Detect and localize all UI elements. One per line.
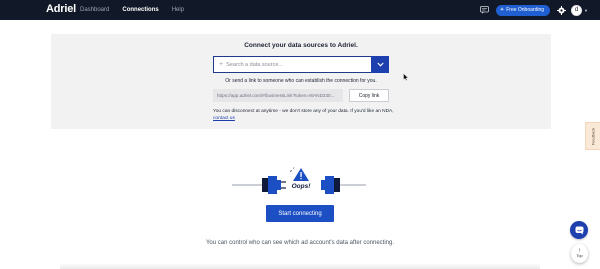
contact-us-link[interactable]: contact us — [213, 116, 235, 121]
chat-icon — [575, 226, 583, 235]
free-onboarding-label: Free Onboarding — [506, 7, 545, 13]
nav-link-dashboard[interactable]: Dashboard — [80, 7, 109, 13]
bottom-divider — [60, 263, 540, 269]
feedback-tab[interactable]: Feedback — [585, 122, 600, 150]
svg-text:z: z — [290, 168, 292, 173]
free-onboarding-button[interactable]: ☀ Free Onboarding — [495, 4, 551, 16]
adriel-logo[interactable]: Adriel — [46, 3, 76, 15]
user-avatar[interactable]: d — [571, 4, 583, 16]
chevron-down-icon — [376, 62, 384, 67]
control-note-text: You can control who can see which ad acc… — [205, 240, 395, 246]
share-link-field[interactable]: https://app.adriel.com/#/businessLink?to… — [213, 89, 343, 102]
oops-text: Oops! — [291, 183, 311, 190]
copy-link-button[interactable]: Copy link — [349, 89, 389, 102]
data-source-search-input[interactable] — [226, 61, 367, 68]
scroll-top-label: Top — [576, 254, 583, 258]
chevron-down-icon[interactable]: ▼ — [584, 8, 588, 13]
top-navbar: Adriel Dashboard Connections Help ☀ Free… — [0, 0, 600, 20]
disclaimer-text: You can disconnect at anytime - we don't… — [213, 109, 403, 122]
bulb-icon: ☀ — [499, 7, 505, 13]
panel-title: Connect your data sources to Adriel. — [244, 42, 358, 49]
plus-icon: + — [219, 61, 224, 68]
data-source-search[interactable]: + — [213, 56, 389, 73]
nav-link-help[interactable]: Help — [172, 7, 184, 13]
disconnected-plug-illustration: z z — [232, 166, 366, 194]
chat-button[interactable] — [570, 221, 588, 239]
mouse-cursor-icon — [403, 73, 409, 81]
disclaimer-body: You can disconnect at anytime - we don't… — [213, 109, 394, 114]
message-icon[interactable] — [480, 5, 490, 15]
scroll-top-button[interactable]: ↑ Top — [571, 244, 588, 263]
nav-right: ☀ Free Onboarding d ▼ — [480, 0, 588, 20]
feedback-label: Feedback — [590, 127, 596, 145]
svg-text:z: z — [293, 166, 295, 170]
start-connecting-button[interactable]: Start connecting — [266, 205, 334, 222]
gear-icon[interactable] — [557, 5, 567, 15]
connect-panel: Connect your data sources to Adriel. + O… — [51, 34, 551, 129]
nav-link-connections[interactable]: Connections — [122, 7, 158, 13]
link-hint-text: Or send a link to someone who can establ… — [225, 78, 377, 84]
data-source-dropdown-button[interactable] — [371, 56, 389, 73]
nav-links: Dashboard Connections Help — [80, 0, 197, 20]
